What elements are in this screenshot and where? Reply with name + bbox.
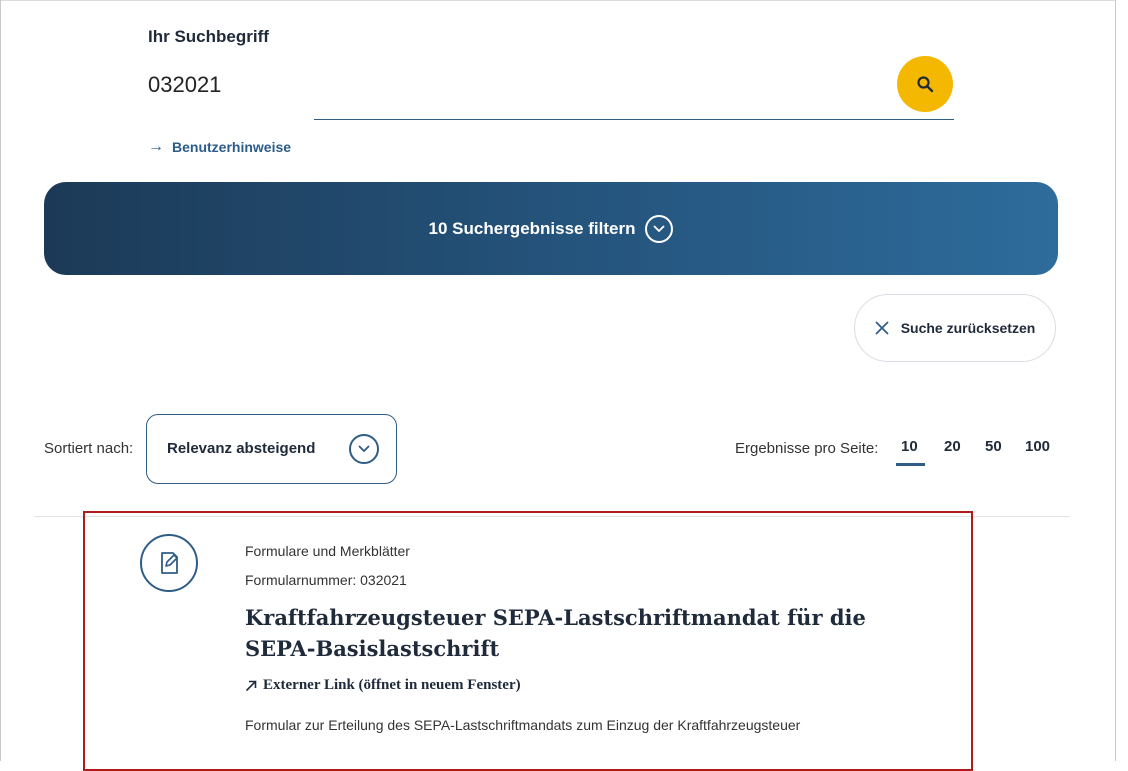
result-category: Formulare und Merkblätter <box>245 543 410 559</box>
sort-label: Sortiert nach: <box>44 440 134 457</box>
external-link-label: Externer Link (öffnet in neuem Fenster) <box>263 677 521 693</box>
help-link-label: Benutzerhinweise <box>172 139 292 155</box>
filter-label: 10 Suchergebnisse filtern <box>428 218 636 238</box>
result-description: Formular zur Erteilung des SEPA-Lastschr… <box>245 717 801 733</box>
search-icon <box>917 76 934 93</box>
frame-right-border <box>1115 0 1116 761</box>
per-page-option-10[interactable]: 10 <box>901 438 918 455</box>
edit-document-icon <box>140 534 198 592</box>
result-title-link[interactable]: Kraftfahrzeugsteuer SEPA-Lastschriftmand… <box>245 602 925 664</box>
chevron-down-icon <box>349 434 379 464</box>
per-page-option-100[interactable]: 100 <box>1025 438 1050 455</box>
frame-left-border <box>0 0 1 761</box>
search-underline <box>314 119 954 120</box>
per-page-active-indicator <box>896 463 925 466</box>
frame-top-border <box>0 0 1116 1</box>
result-form-number: Formularnummer: 032021 <box>245 572 407 588</box>
per-page-option-20[interactable]: 20 <box>944 438 961 455</box>
reset-search-label: Suche zurücksetzen <box>900 320 1036 336</box>
search-button[interactable] <box>897 56 953 112</box>
filter-results-button[interactable]: 10 Suchergebnisse filtern <box>44 182 1058 275</box>
sort-select[interactable]: Relevanz absteigend <box>146 414 397 484</box>
close-icon <box>875 321 889 335</box>
results-per-page-label: Ergebnisse pro Seite: <box>735 440 879 457</box>
chevron-down-icon <box>645 214 674 243</box>
help-link[interactable]: → Benutzerhinweise <box>148 138 291 156</box>
reset-search-button[interactable]: Suche zurücksetzen <box>854 294 1056 362</box>
search-input[interactable] <box>148 70 648 100</box>
external-link[interactable]: Externer Link (öffnet in neuem Fenster) <box>245 677 521 694</box>
per-page-option-50[interactable]: 50 <box>985 438 1002 455</box>
sort-selected-value: Relevanz absteigend <box>167 440 316 457</box>
search-label: Ihr Suchbegriff <box>148 27 269 46</box>
external-link-icon <box>245 680 257 691</box>
arrow-right-icon: → <box>148 138 164 155</box>
